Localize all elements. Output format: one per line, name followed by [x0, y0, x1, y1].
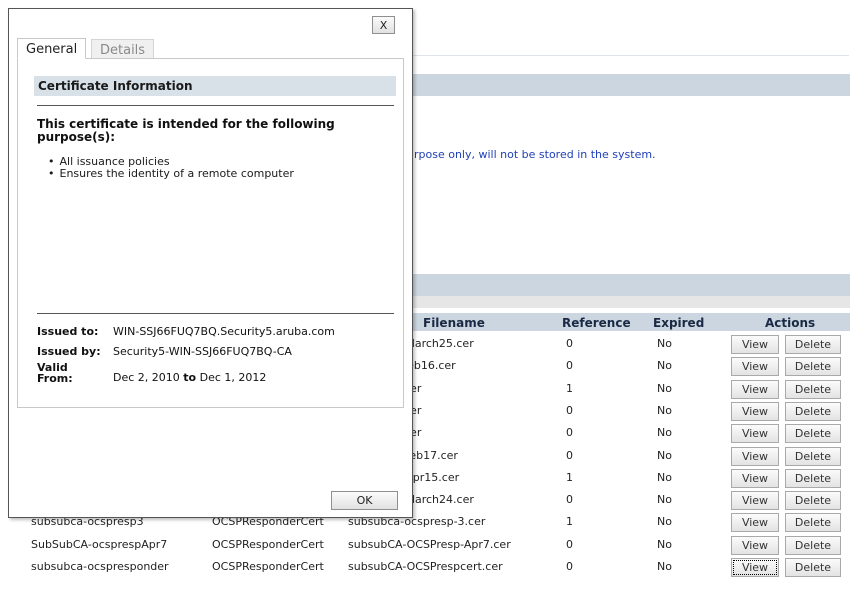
- reference-cell: 0: [566, 493, 573, 507]
- view-button[interactable]: View: [731, 424, 779, 444]
- valid-from-label: Valid From:: [37, 362, 73, 384]
- divider: [37, 105, 394, 106]
- issued-by-value: Security5-WIN-SSJ66FUQ7BQ-CA: [113, 345, 292, 358]
- column-header-expired[interactable]: Expired: [653, 316, 704, 330]
- view-button[interactable]: View: [731, 446, 779, 466]
- delete-button[interactable]: Delete: [785, 535, 841, 555]
- delete-button[interactable]: Delete: [785, 558, 841, 577]
- delete-button[interactable]: Delete: [785, 446, 841, 466]
- reference-cell: 0: [566, 337, 573, 350]
- column-header-filename[interactable]: Filename: [423, 316, 485, 330]
- purpose-heading: This certificate is intended for the fol…: [37, 117, 335, 144]
- table-row: subsubca-ocspresponder OCSPResponderCert s…: [0, 557, 852, 579]
- valid-label-line: From:: [37, 372, 73, 385]
- reference-cell: 0: [566, 359, 573, 373]
- validity-value: Dec 2, 2010 to Dec 1, 2012: [113, 371, 266, 384]
- column-header-reference[interactable]: Reference: [562, 316, 631, 330]
- expired-cell: No: [657, 426, 672, 440]
- view-button[interactable]: View: [731, 468, 779, 488]
- general-tab-panel: Certificate Information This certificate…: [17, 58, 404, 408]
- purpose-item: Ensures the identity of a remote compute…: [48, 168, 294, 180]
- filename-cell: subsubCA-OCSPrespcert.cer: [348, 560, 503, 573]
- delete-button[interactable]: Delete: [785, 401, 841, 421]
- section-header-bar: [413, 74, 850, 96]
- delete-button[interactable]: Delete: [785, 491, 841, 511]
- certificates-subheader-bar: [413, 296, 850, 308]
- reference-cell: 1: [566, 381, 573, 395]
- purpose-list: All issuance policies Ensures the identi…: [48, 156, 294, 180]
- view-button[interactable]: View: [731, 379, 779, 399]
- filename-cell: subsubCA-OCSPresp-Apr7.cer: [348, 537, 511, 551]
- view-button[interactable]: View: [731, 401, 779, 421]
- issued-to-label: Issued to:: [37, 325, 99, 338]
- cert-name-cell: SubSubCA-ocsprespApr7: [31, 537, 168, 551]
- ok-button[interactable]: OK: [331, 491, 398, 510]
- reference-cell: 0: [566, 560, 573, 573]
- valid-to-date: Dec 1, 2012: [199, 371, 267, 384]
- expired-cell: No: [657, 493, 672, 507]
- reference-cell: 0: [566, 403, 573, 417]
- view-button[interactable]: View: [731, 491, 779, 511]
- reference-cell: 0: [566, 448, 573, 462]
- certificate-dialog: X General Details Certificate Informatio…: [8, 8, 413, 518]
- delete-button[interactable]: Delete: [785, 335, 841, 354]
- header-divider: [413, 55, 849, 56]
- view-button[interactable]: View: [731, 535, 779, 555]
- view-button[interactable]: View: [731, 357, 779, 377]
- expired-cell: No: [657, 537, 672, 551]
- certificates-section-header-bar: [413, 274, 850, 296]
- view-button[interactable]: View: [731, 558, 779, 577]
- cert-type-cell: OCSPResponderCert: [212, 560, 324, 573]
- expired-cell: No: [657, 448, 672, 462]
- reference-cell: 1: [566, 470, 573, 484]
- table-header-row: Filename Reference Expired Actions: [413, 313, 850, 331]
- section-title: Certificate Information: [34, 76, 396, 96]
- view-button[interactable]: View: [731, 513, 779, 533]
- close-button[interactable]: X: [372, 16, 395, 34]
- column-header-actions: Actions: [765, 316, 816, 330]
- upload-notice-text: rpose only, will not be stored in the sy…: [414, 148, 656, 161]
- delete-button[interactable]: Delete: [785, 357, 841, 377]
- delete-button[interactable]: Delete: [785, 468, 841, 488]
- reference-cell: 0: [566, 537, 573, 551]
- divider: [37, 313, 394, 314]
- expired-cell: No: [657, 337, 672, 350]
- delete-button[interactable]: Delete: [785, 379, 841, 399]
- view-button[interactable]: View: [731, 335, 779, 354]
- expired-cell: No: [657, 359, 672, 373]
- reference-cell: 0: [566, 426, 573, 440]
- cert-name-cell: subsubca-ocspresponder: [31, 560, 169, 573]
- expired-cell: No: [657, 515, 672, 529]
- issued-by-label: Issued by:: [37, 345, 101, 358]
- expired-cell: No: [657, 470, 672, 484]
- reference-cell: 1: [566, 515, 573, 529]
- delete-button[interactable]: Delete: [785, 424, 841, 444]
- expired-cell: No: [657, 560, 672, 573]
- expired-cell: No: [657, 403, 672, 417]
- delete-button[interactable]: Delete: [785, 513, 841, 533]
- valid-to-word: to: [183, 371, 197, 384]
- cert-type-cell: OCSPResponderCert: [212, 537, 324, 551]
- tab-general[interactable]: General: [17, 38, 87, 59]
- issued-to-value: WIN-SSJ66FUQ7BQ.Security5.aruba.com: [113, 325, 335, 338]
- valid-from-date: Dec 2, 2010: [113, 371, 180, 384]
- expired-cell: No: [657, 381, 672, 395]
- tab-details[interactable]: Details: [91, 39, 155, 59]
- table-row: SubSubCA-ocsprespApr7 OCSPResponderCert su…: [0, 535, 852, 557]
